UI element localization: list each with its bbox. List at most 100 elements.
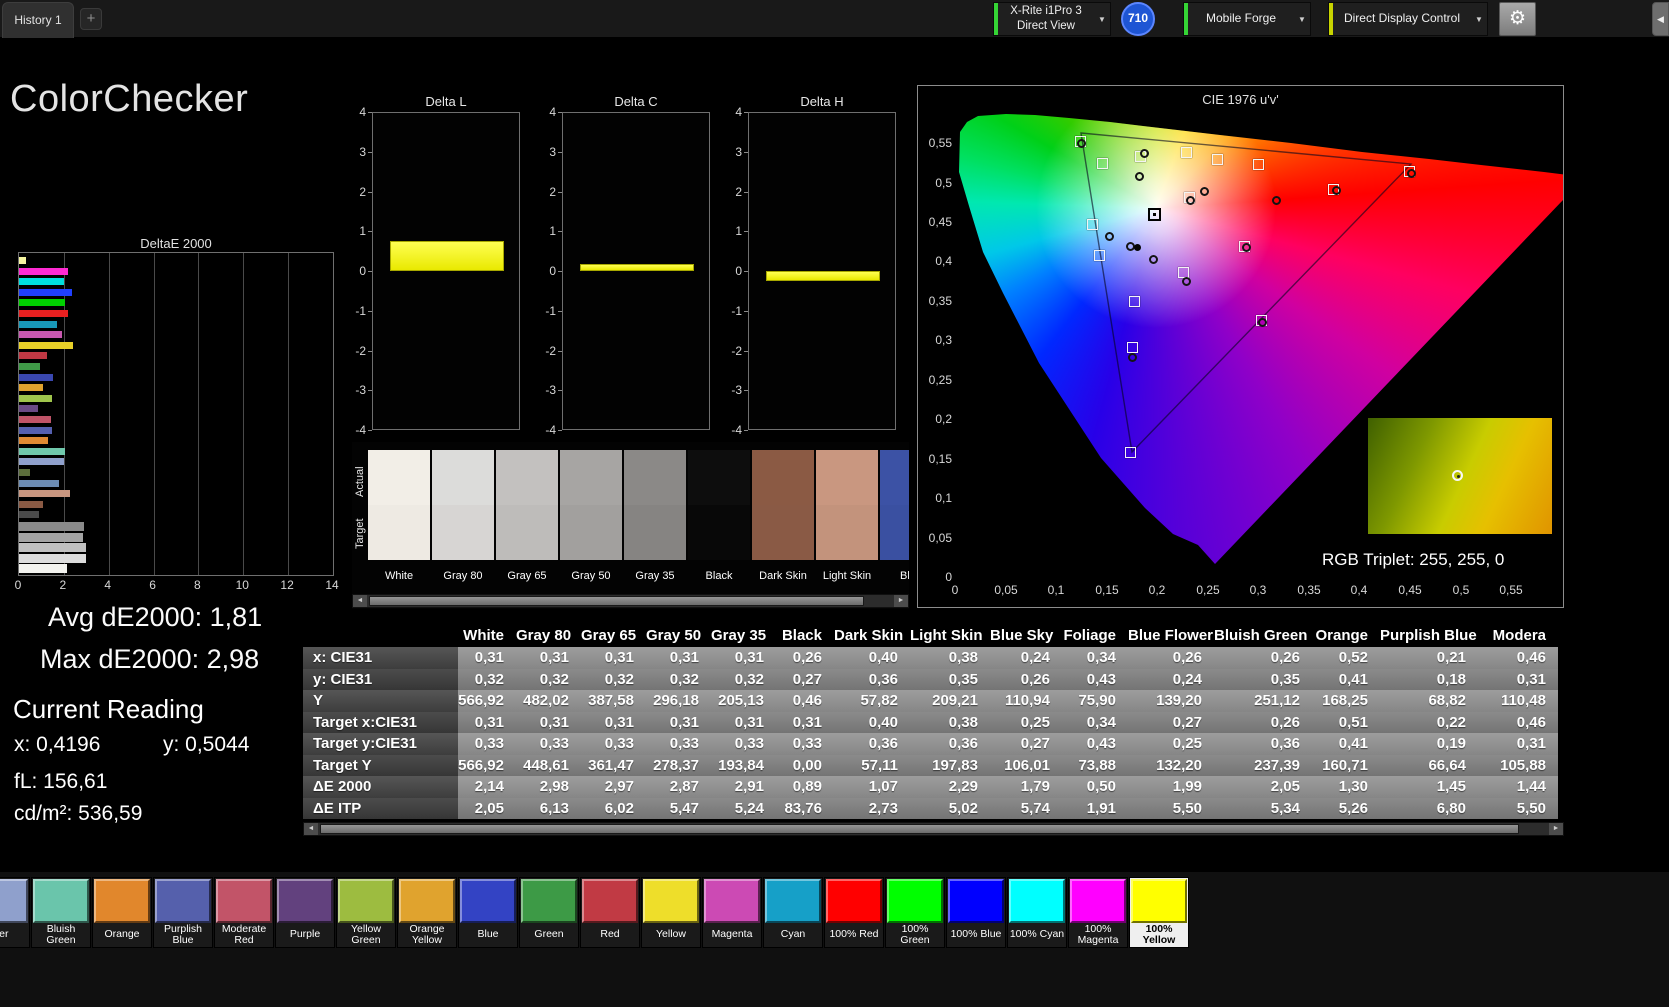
patch-button-orange-yellow[interactable]: Orange Yellow — [397, 877, 457, 948]
table-cell: 2,29 — [910, 776, 990, 798]
scroll-thumb[interactable] — [369, 596, 864, 606]
patch-label: Purplish Blue — [164, 922, 202, 946]
deltae-bar-foliage — [19, 469, 31, 476]
cie-measured-point — [1242, 243, 1251, 252]
table-row-x-cie31: x: CIE31 0,31 0,31 0,31 0,31 0,31 0,26 0,40 0,38… — [303, 647, 1564, 669]
patch-button-100-cyan[interactable]: 100% Cyan — [1007, 877, 1067, 948]
cie-x-tick-label: 0,5 — [1452, 583, 1470, 597]
patch-label: Green — [534, 928, 564, 941]
patch-button-100-magenta[interactable]: 100% Magenta — [1068, 877, 1128, 948]
patch-color-swatch — [1131, 879, 1187, 923]
table-cell: 0,46 — [1478, 711, 1558, 733]
patch-button-100-blue[interactable]: 100% Blue — [946, 877, 1006, 948]
patch-button-100-yellow[interactable]: 100% Yellow — [1129, 877, 1189, 948]
history-tab[interactable]: History 1 — [2, 2, 74, 38]
y-axis-tick-label: 2 — [359, 184, 366, 199]
swatch-actual — [624, 450, 686, 505]
settings-button[interactable]: ⚙ — [1499, 2, 1536, 36]
gear-icon: ⚙ — [1508, 8, 1527, 29]
patch-button-blue[interactable]: Blue — [458, 877, 518, 948]
patch-button-purple[interactable]: Purple — [275, 877, 335, 948]
scroll-right-button[interactable]: ► — [1549, 823, 1563, 835]
table-scrollbar[interactable]: ◄ ► — [303, 822, 1564, 836]
column-header-blank — [303, 624, 458, 647]
patch-label: Red — [600, 928, 620, 941]
scroll-left-button[interactable]: ◄ — [304, 823, 318, 835]
patch-button-cyan[interactable]: Cyan — [763, 877, 823, 948]
tick-mark — [558, 430, 562, 431]
patch-button-red[interactable]: Red — [580, 877, 640, 948]
patch-button-green[interactable]: Green — [519, 877, 579, 948]
current-reading-y: y: 0,5044 — [163, 733, 250, 756]
cie-y-tick-label: 0,3 — [935, 333, 952, 347]
patch-button-orange[interactable]: Orange — [92, 877, 152, 948]
row-label: ΔE 2000 — [303, 776, 458, 798]
display-control-dropdown[interactable]: Direct Display Control ▼ — [1328, 2, 1488, 36]
table-cell: 0,46 — [1478, 647, 1558, 669]
swatch-scrollbar[interactable]: ◄ ► — [352, 594, 909, 608]
cie-measured-point — [1149, 255, 1158, 264]
column-header-orange: Orange — [1315, 627, 1368, 644]
x-axis-tick-label: 14 — [325, 578, 339, 592]
table-cell: 0,33 — [776, 733, 834, 755]
deltae-bar-orange-yellow — [19, 384, 43, 392]
patch-button-100-red[interactable]: 100% Red — [824, 877, 884, 948]
patch-button-purplish-blue[interactable]: Purplish Blue — [153, 877, 213, 948]
table-cell: 0,27 — [990, 733, 1062, 755]
table-cell: 0,36 — [834, 668, 910, 690]
patch-color-swatch — [948, 879, 1004, 923]
swatch-actual — [432, 450, 494, 505]
meter-count-badge[interactable]: 710 — [1121, 2, 1155, 36]
patch-toolbar: ▲ « Back Next » ■▶∞↻■ werBluish GreenOra… — [0, 872, 1669, 1007]
patch-button-wer[interactable]: wer — [0, 877, 30, 948]
table-cell: 0,31 — [776, 711, 834, 733]
table-cell: 448,61 — [516, 754, 581, 776]
cie-measured-point — [1186, 196, 1195, 205]
cie-x-tick-label: 0,4 — [1350, 583, 1368, 597]
deltae-bar-dark-skin — [19, 500, 43, 508]
collapse-panel-button[interactable]: ◀ — [1652, 2, 1669, 36]
scroll-right-button[interactable]: ► — [894, 595, 908, 607]
table-cell: 0,26 — [990, 668, 1062, 690]
patch-label: Yellow — [656, 928, 686, 941]
deltae-bar-100-green — [19, 299, 65, 307]
y-axis-tick-label: -3 — [545, 383, 556, 398]
deltae-bar-100-blue — [19, 288, 72, 296]
patch-label: 100% Cyan — [1009, 928, 1065, 941]
deltae-bar-100-yellow — [19, 257, 26, 264]
cie-1976-panel: CIE 1976 u'v' RGB Triplet: 255, 255, 0 0… — [917, 85, 1564, 608]
swatch-gray-50: Gray 50 — [560, 450, 622, 590]
deltae-bar-black — [19, 511, 39, 519]
cie-measured-point — [1077, 139, 1086, 148]
table-cell: 205,13 — [711, 690, 776, 712]
cie-measured-point — [1128, 353, 1137, 362]
table-cell: 0,35 — [1214, 668, 1312, 690]
pattern-source-dropdown[interactable]: Mobile Forge ▼ — [1183, 2, 1311, 36]
cie-x-tick-label: 0,25 — [1196, 583, 1220, 597]
patch-button-yellow[interactable]: Yellow — [641, 877, 701, 948]
patch-button-yellow-green[interactable]: Yellow Green — [336, 877, 396, 948]
scroll-thumb[interactable] — [320, 824, 1519, 834]
add-tab-button[interactable]: + — [80, 8, 102, 30]
patch-button-bluish-green[interactable]: Bluish Green — [31, 877, 91, 948]
delta-chart-title: Delta C — [614, 94, 658, 109]
table-cell: 160,71 — [1312, 754, 1380, 776]
swatch-gray-80: Gray 80 — [432, 450, 494, 590]
patch-button-100-green[interactable]: 100% Green — [885, 877, 945, 948]
table-cell: 0,26 — [1128, 647, 1214, 669]
scroll-left-button[interactable]: ◄ — [353, 595, 367, 607]
actual-row-label: Actual — [354, 466, 366, 498]
patch-button-magenta[interactable]: Magenta — [702, 877, 762, 948]
column-header-gray-80: Gray 80 — [516, 627, 572, 644]
current-reading-title: Current Reading — [13, 694, 204, 724]
cie-target-square — [1097, 158, 1108, 169]
delta-bar — [580, 263, 694, 271]
column-header-light-skin: Light Skin — [910, 627, 983, 644]
table-cell: 0,19 — [1380, 733, 1478, 755]
swatch-black: Black — [688, 450, 750, 590]
table-cell: 0,00 — [776, 754, 834, 776]
meter-dropdown[interactable]: X-Rite i1Pro 3 Direct View ▼ — [993, 2, 1111, 36]
patch-button-moderate-red[interactable]: Moderate Red — [214, 877, 274, 948]
patch-label: 100% Red — [829, 928, 879, 941]
swatch-label: Black — [705, 570, 733, 582]
